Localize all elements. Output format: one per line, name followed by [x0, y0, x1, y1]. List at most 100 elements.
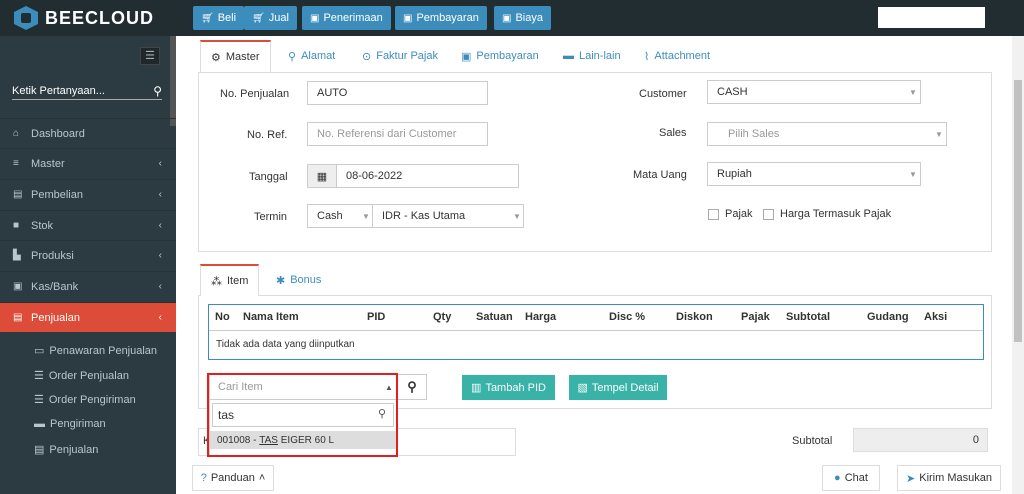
sidebar-search-input[interactable]: Ketik Pertanyaan...	[12, 85, 105, 97]
sales-select[interactable]: Pilih Sales ▼	[707, 122, 947, 146]
map-marker-icon: ⚲	[288, 50, 297, 63]
subtotal-field: 0	[853, 428, 988, 452]
sidebar-item-stok[interactable]: ■ Stok ‹	[0, 210, 176, 240]
tab-label: Faktur Pajak	[376, 50, 438, 62]
mata-uang-label: Mata Uang	[633, 169, 687, 181]
subitem-label: Penawaran Penjualan	[49, 344, 158, 357]
sidebar-item-kasbank[interactable]: ▣ Kas/Bank ‹	[0, 271, 176, 301]
jual-button[interactable]: 🛒︎ Jual	[244, 6, 297, 30]
tanggal-label: Tanggal	[249, 171, 288, 183]
box-icon: ■	[13, 220, 20, 231]
sidebar-item-dashboard[interactable]: ⌂ Dashboard	[0, 118, 176, 148]
mata-uang-select[interactable]: Rupiah ▼	[707, 162, 921, 186]
gift-icon: ✱	[276, 274, 286, 287]
tab-bonus[interactable]: ✱ Bonus	[266, 264, 331, 296]
chat-button[interactable]: ● Chat	[822, 465, 880, 491]
subitem-penjualan[interactable]: ▤ Penjualan	[34, 443, 98, 457]
page-scrollbar-thumb[interactable]	[1014, 80, 1022, 342]
money-icon: ▣	[310, 12, 320, 24]
subitem-pengiriman[interactable]: ▬ Pengiriman	[34, 418, 106, 430]
chevron-left-icon: ‹	[158, 312, 162, 323]
pembayaran-label: Pembayaran	[416, 12, 479, 24]
customer-value: CASH	[717, 86, 748, 98]
tambah-pid-button[interactable]: ▥ Tambah PID	[462, 375, 555, 400]
sidebar-item-label: Master	[31, 157, 65, 170]
menu-toggle-icon[interactable]: ☰	[140, 47, 160, 65]
list-icon: ▭	[34, 345, 45, 357]
no-penjualan-input[interactable]: AUTO	[307, 81, 488, 105]
penerimaan-button[interactable]: ▣ Penerimaan	[302, 6, 391, 30]
chat-label: Chat	[844, 472, 868, 484]
harga-pajak-label: Harga Termasuk Pajak	[780, 208, 892, 220]
list-icon: ☰	[34, 370, 44, 382]
harga-pajak-checkbox[interactable]	[763, 209, 774, 220]
panduan-label: Panduan	[210, 472, 255, 484]
tab-lain-lain[interactable]: ▬ Lain-lain	[553, 40, 631, 72]
empty-table-text: Tidak ada data yang diinputkan	[216, 339, 355, 350]
tab-label: Pembayaran	[476, 50, 539, 62]
sidebar-item-label: Produksi	[31, 249, 74, 262]
money-icon: ▣	[502, 12, 512, 24]
truck-icon: ▬	[34, 418, 45, 430]
panduan-button[interactable]: ? Panduan ˄	[192, 465, 274, 491]
subitem-label: Order Penjualan	[48, 369, 129, 382]
cart-icon: ▤	[13, 189, 23, 200]
tab-attachment[interactable]: ⌇ Attachment	[634, 40, 720, 72]
sidebar-item-label: Penjualan	[31, 311, 80, 324]
tab-pembayaran[interactable]: ▣ Pembayaran	[451, 40, 549, 72]
penerimaan-label: Penerimaan	[323, 12, 383, 24]
sidebar-item-pembelian[interactable]: ▤ Pembelian ‹	[0, 179, 176, 209]
tab-label: Master	[225, 51, 260, 63]
user-box[interactable]	[878, 7, 985, 28]
table-header-harga: Harga	[525, 311, 557, 323]
tab-label: Alamat	[301, 50, 336, 62]
subtotal-label: Subtotal	[792, 435, 833, 447]
sidebar-item-master[interactable]: ≡ Master ‹	[0, 148, 176, 178]
chevron-up-icon: ˄	[258, 472, 266, 484]
search-item-button[interactable]: ⚲	[397, 374, 427, 400]
tambah-pid-label: Tambah PID	[485, 381, 546, 394]
search-icon[interactable]: ⚲	[153, 84, 162, 98]
table-header-pajak: Pajak	[741, 311, 770, 323]
tab-master[interactable]: ⚙ Master	[200, 40, 271, 72]
tab-alamat[interactable]: ⚲ Alamat	[278, 40, 345, 72]
cart-icon: 🛒︎	[201, 12, 214, 24]
customer-select[interactable]: CASH ▼	[707, 80, 921, 104]
sidebar-search[interactable]: Ketik Pertanyaan... ⚲	[12, 82, 162, 100]
caret-down-icon: ▼	[935, 129, 943, 139]
tempel-detail-button[interactable]: ▧ Tempel Detail	[569, 375, 667, 400]
sidebar-item-produksi[interactable]: ▙ Produksi ‹	[0, 240, 176, 270]
table-divider	[209, 330, 983, 331]
termin-select[interactable]: Cash ▼	[307, 204, 373, 228]
table-header-diskon: Diskon	[676, 311, 713, 323]
kirim-label: Kirim Masukan	[919, 472, 992, 484]
kirim-masukan-button[interactable]: ➤ Kirim Masukan	[897, 465, 1001, 491]
termin-label: Termin	[254, 211, 288, 223]
send-icon: ➤	[906, 472, 916, 485]
beli-button[interactable]: 🛒︎ Beli	[193, 6, 245, 30]
paperclip-icon: ⌇	[644, 50, 650, 63]
subitem-order-penjualan[interactable]: ☰ Order Penjualan	[34, 369, 129, 383]
brand-logo[interactable]: BEECLOUD	[14, 5, 154, 31]
tab-item[interactable]: ⁂ Item	[200, 264, 260, 296]
chevron-left-icon: ‹	[158, 158, 162, 169]
tab-faktur-pajak[interactable]: ⊙ Faktur Pajak	[352, 40, 448, 72]
check-circle-icon: ⊙	[362, 50, 372, 63]
sidebar-item-penjualan[interactable]: ▤ Penjualan ‹	[0, 302, 176, 332]
pembayaran-button[interactable]: ▣ Pembayaran	[395, 6, 487, 30]
table-header-no: No	[215, 311, 230, 323]
biaya-button[interactable]: ▣ Biaya	[494, 6, 551, 30]
database-icon: ≡	[13, 158, 19, 169]
cubes-icon: ⁂	[211, 275, 222, 288]
pajak-checkbox[interactable]	[708, 209, 719, 220]
caret-down-icon: ▼	[513, 211, 521, 221]
kas-select[interactable]: IDR - Kas Utama ▼	[372, 204, 524, 228]
caret-down-icon: ▼	[909, 169, 917, 179]
tanggal-input[interactable]: 08-06-2022	[336, 164, 519, 188]
no-ref-input[interactable]: No. Referensi dari Customer	[307, 122, 488, 146]
calendar-icon[interactable]: ▦	[307, 164, 337, 188]
chat-icon: ●	[834, 472, 841, 484]
subitem-order-pengiriman[interactable]: ☰ Order Pengiriman	[34, 393, 136, 407]
subitem-penawaran[interactable]: ▭ Penawaran Penjualan	[34, 344, 158, 358]
industry-icon: ▙	[13, 250, 21, 261]
